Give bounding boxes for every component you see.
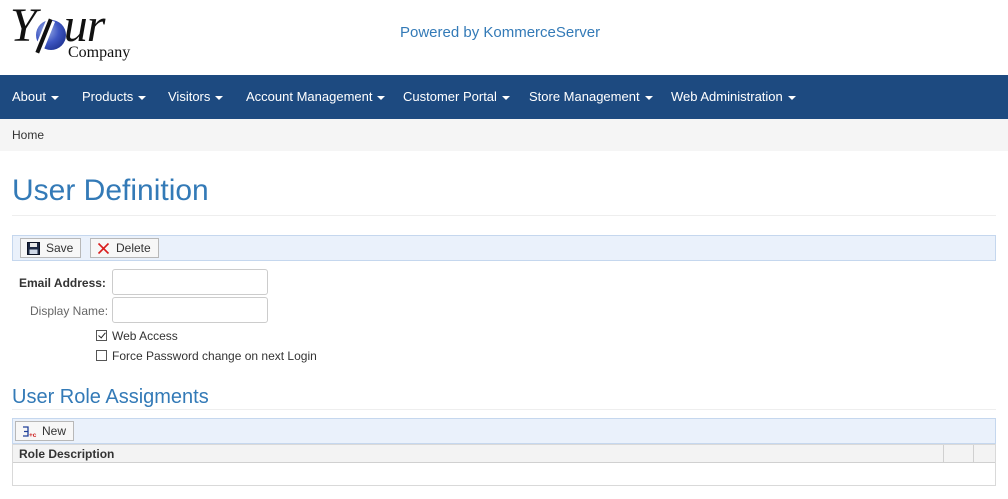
column-divider xyxy=(973,445,974,463)
column-header-role-description[interactable]: Role Description xyxy=(19,447,114,461)
caret-down-icon xyxy=(50,95,59,100)
main-navbar: About Products Visitors Account Manageme… xyxy=(0,75,1008,119)
company-logo[interactable]: Yur Company xyxy=(10,2,145,68)
user-toolbar: Save Delete xyxy=(12,235,996,261)
display-name-field[interactable] xyxy=(112,297,268,323)
save-button[interactable]: Save xyxy=(20,238,82,258)
nav-customer-portal[interactable]: Customer Portal xyxy=(403,75,510,119)
nav-visitors[interactable]: Visitors xyxy=(168,75,224,119)
breadcrumb-home-link[interactable]: Home xyxy=(12,128,44,142)
web-access-checkbox[interactable] xyxy=(96,330,107,341)
powered-by-text: Powered by KommerceServer xyxy=(400,24,601,41)
red-x-icon xyxy=(97,242,110,255)
nav-products[interactable]: Products xyxy=(82,75,147,119)
section-title: User Role Assigments xyxy=(12,386,209,408)
logo-letter-y: Y xyxy=(10,0,37,52)
email-field[interactable] xyxy=(112,269,268,295)
caret-down-icon xyxy=(501,95,510,100)
new-record-icon: +c xyxy=(23,426,37,438)
caret-down-icon xyxy=(644,95,653,100)
email-label: Email Address: xyxy=(19,276,106,290)
caret-down-icon xyxy=(138,95,147,100)
svg-text:+c: +c xyxy=(29,432,37,438)
nav-store-management[interactable]: Store Management xyxy=(529,75,653,119)
force-password-checkbox[interactable] xyxy=(96,350,107,361)
page-title: User Definition xyxy=(12,174,209,207)
delete-button[interactable]: Delete xyxy=(90,238,159,258)
caret-down-icon xyxy=(377,95,386,100)
nav-web-administration[interactable]: Web Administration xyxy=(671,75,796,119)
site-header: Yur Company Powered by KommerceServer xyxy=(0,0,1008,75)
roles-toolbar: +c New xyxy=(12,418,996,444)
table-header-row: Role Description xyxy=(13,445,995,463)
nav-about[interactable]: About xyxy=(12,75,59,119)
logo-company-text: Company xyxy=(68,44,131,61)
column-divider xyxy=(943,445,944,463)
floppy-disk-icon xyxy=(27,242,40,255)
checkmark-icon xyxy=(98,330,106,339)
nav-account-management[interactable]: Account Management xyxy=(246,75,386,119)
section-divider xyxy=(12,409,996,410)
caret-down-icon xyxy=(787,95,796,100)
roles-table: Role Description xyxy=(12,444,996,486)
force-password-label: Force Password change on next Login xyxy=(112,349,317,363)
display-name-label: Display Name: xyxy=(30,304,109,318)
caret-down-icon xyxy=(215,95,224,100)
new-role-button[interactable]: +c New xyxy=(15,421,75,441)
breadcrumb: Home xyxy=(0,119,1008,151)
web-access-label: Web Access xyxy=(112,329,178,343)
title-divider xyxy=(12,215,996,216)
